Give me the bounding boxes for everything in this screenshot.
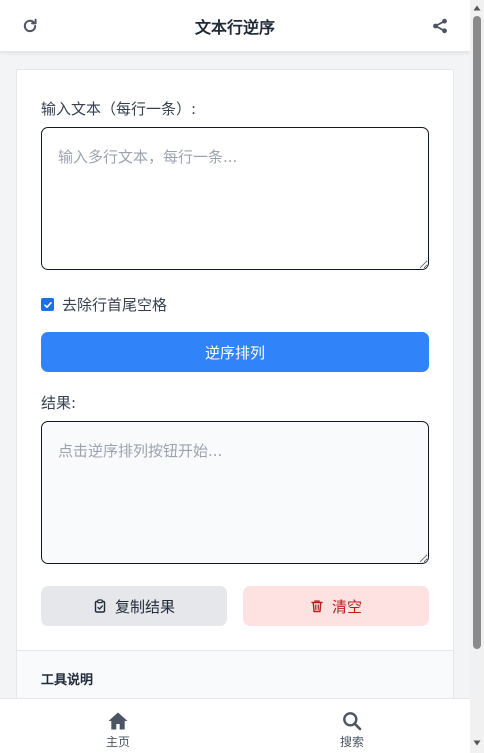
reverse-button[interactable]: 逆序排列 <box>41 332 429 372</box>
nav-item-search[interactable]: 搜索 <box>322 711 382 750</box>
app-header: 文本行逆序 <box>0 0 470 52</box>
copy-result-button[interactable]: 复制结果 <box>41 586 227 626</box>
scroll-down-icon[interactable] <box>473 739 481 747</box>
tool-description-title: 工具说明 <box>41 673 94 688</box>
tool-card: 输入文本（每行一条）: 去除行首尾空格 逆序排列 结果: 复制结果 <box>16 69 454 709</box>
result-textarea[interactable] <box>41 421 429 564</box>
share-icon <box>433 18 447 34</box>
scroll-thumb[interactable] <box>473 16 481 649</box>
share-button[interactable] <box>428 14 452 38</box>
trim-option[interactable]: 去除行首尾空格 <box>41 294 167 315</box>
app: 文本行逆序 输入文本（每行一条）: 去除行首尾空格 逆序排列 结果: <box>0 0 484 753</box>
page-title: 文本行逆序 <box>194 17 275 37</box>
page-scrollbar[interactable] <box>470 0 484 753</box>
clear-button[interactable]: 清空 <box>243 586 429 626</box>
copy-result-label: 复制结果 <box>114 597 175 616</box>
trim-checkbox[interactable] <box>41 298 54 311</box>
result-label: 结果: <box>41 394 77 412</box>
clipboard-icon <box>94 599 106 613</box>
bottom-nav: 主页 搜索 <box>0 698 470 753</box>
input-label: 输入文本（每行一条）: <box>41 100 197 118</box>
input-textarea[interactable] <box>41 127 429 270</box>
home-icon <box>108 712 128 730</box>
scroll-up-icon[interactable] <box>473 4 481 12</box>
trash-icon <box>311 600 323 613</box>
nav-item-home[interactable]: 主页 <box>88 711 148 750</box>
search-icon <box>343 712 362 731</box>
nav-label-home: 主页 <box>105 735 130 749</box>
refresh-icon <box>23 18 37 33</box>
checkmark-icon <box>43 301 52 308</box>
refresh-button[interactable] <box>18 14 42 38</box>
trim-checkbox-label: 去除行首尾空格 <box>62 296 168 314</box>
action-buttons: 复制结果 清空 <box>41 586 429 626</box>
nav-label-search: 搜索 <box>339 735 364 749</box>
clear-label: 清空 <box>331 597 362 616</box>
